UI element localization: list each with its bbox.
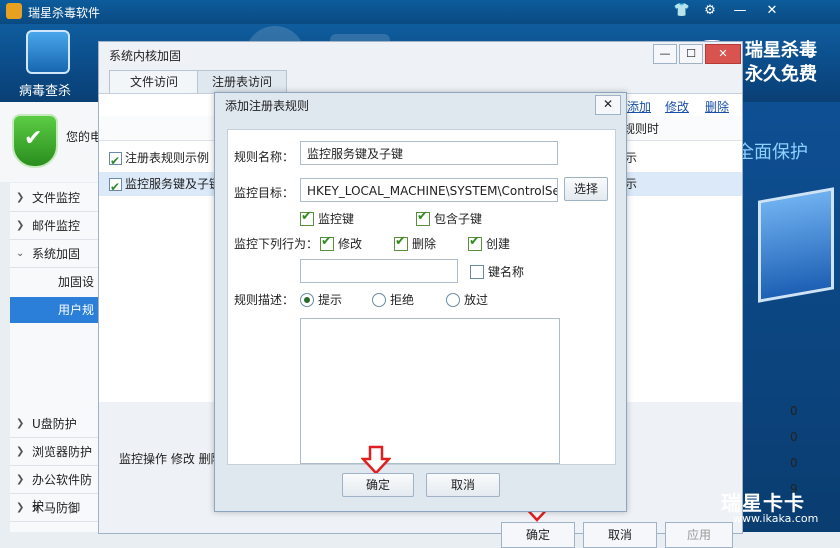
chevron-right-icon: ❯: [16, 220, 25, 231]
count-value: 0: [790, 456, 798, 470]
rule-form: 规则名称： 监控服务键及子键 监控目标： HKEY_LOCAL_MACHINE\…: [227, 129, 616, 465]
dialog-title: 添加注册表规则: [225, 99, 310, 113]
key-name-label: 键名称: [488, 265, 525, 279]
include-subkeys-label: 包含子键: [434, 212, 483, 226]
close-icon[interactable]: ✕: [705, 44, 741, 64]
close-icon[interactable]: ✕: [595, 95, 621, 115]
delete-checkbox[interactable]: ✔: [394, 234, 408, 251]
deny-radio[interactable]: [372, 292, 386, 307]
virus-scan-label: 病毒查杀: [18, 84, 71, 99]
monitor-ops-text: 监控操作 修改 删除: [119, 452, 223, 466]
modify-label: 修改: [338, 237, 363, 251]
allow-radio[interactable]: [446, 292, 460, 307]
shirt-icon[interactable]: 👕: [668, 0, 696, 22]
browse-button[interactable]: 选择: [564, 177, 608, 201]
behavior-label: 监控下列行为：: [234, 237, 319, 251]
create-checkbox[interactable]: ✔: [468, 234, 482, 251]
desc-label: 规则描述：: [234, 293, 295, 307]
rule-name: 注册表规则示例: [125, 151, 210, 165]
minimize-icon[interactable]: —: [653, 44, 677, 64]
rule-checkbox[interactable]: ✔: [109, 178, 122, 194]
sidebar-subitem-label: 加固设: [58, 275, 95, 289]
promo-text: 全面保护: [736, 142, 808, 163]
title-bar: 瑞星杀毒软件 👕 ⚙ — ✕: [0, 0, 840, 24]
chevron-right-icon: ❯: [16, 502, 25, 513]
add-registry-rule-dialog: 添加注册表规则 ✕ 规则名称： 监控服务键及子键 监控目标： HKEY_LOCA…: [214, 92, 627, 512]
sidebar-item-file-monitor[interactable]: ❯ 文件监控: [10, 185, 98, 212]
prompt-label: 提示: [318, 293, 343, 307]
sidebar-item-trojan-defense[interactable]: ❯ 木马防御: [10, 495, 98, 522]
sidebar-item-label: 邮件监控: [32, 219, 81, 233]
sidebar-item-system-harden[interactable]: ⌄ 系统加固: [10, 241, 98, 268]
target-field[interactable]: HKEY_LOCAL_MACHINE\SYSTEM\ControlSet001\…: [300, 178, 558, 202]
create-label: 创建: [486, 237, 511, 251]
monitor-icon: [26, 30, 70, 74]
key-name-checkbox[interactable]: [470, 264, 484, 279]
add-link[interactable]: 添加: [627, 98, 651, 115]
sidebar-item-label: 木马防御: [32, 501, 81, 515]
deny-label: 拒绝: [390, 293, 415, 307]
sidebar-subitem-user-rules[interactable]: 用户规: [10, 297, 98, 323]
ok-button[interactable]: 确定: [342, 473, 414, 497]
chevron-right-icon: ❯: [16, 418, 25, 429]
sidebar-item-label: 系统加固: [32, 247, 81, 261]
monitor-key-checkbox[interactable]: ✔: [300, 209, 314, 226]
maximize-icon[interactable]: ☐: [679, 44, 703, 64]
chevron-right-icon: ❯: [16, 474, 25, 485]
shield-icon: ✔: [12, 114, 58, 168]
chevron-right-icon: ❯: [16, 192, 25, 203]
sidebar-item-usb-protect[interactable]: ❯ U盘防护: [10, 411, 98, 438]
allow-label: 放过: [464, 293, 489, 307]
sidebar-item-label: 浏览器防护: [32, 445, 93, 459]
sidebar-item-mail-monitor[interactable]: ❯ 邮件监控: [10, 213, 98, 240]
rule-checkbox[interactable]: ✔: [109, 152, 122, 168]
watermark: 瑞星卡卡 www.ikaka.com: [705, 485, 840, 532]
delete-link[interactable]: 删除: [705, 98, 729, 115]
rule-name: 监控服务键及子键: [125, 177, 222, 191]
sidebar-item-office-protect[interactable]: ❯ 办公软件防护: [10, 467, 98, 513]
shield-screen-icon: [758, 187, 834, 303]
chevron-right-icon: ❯: [16, 446, 25, 457]
count-value: 0: [790, 430, 798, 444]
key-name-field[interactable]: [300, 259, 458, 283]
count-value: 0: [790, 404, 798, 418]
watermark-url: www.ikaka.com: [733, 512, 819, 525]
app-logo-icon: [6, 3, 22, 19]
description-textarea[interactable]: [300, 318, 560, 464]
target-label: 监控目标：: [234, 186, 295, 200]
cancel-button[interactable]: 取消: [583, 522, 657, 548]
app-title: 瑞星杀毒软件: [28, 6, 101, 20]
column-header: 规则时: [623, 122, 660, 136]
arrow-down-icon: [361, 445, 391, 475]
include-subkeys-checkbox[interactable]: ✔: [416, 209, 430, 226]
sidebar-subitem-settings[interactable]: 加固设: [10, 269, 98, 295]
rule-name-label: 规则名称：: [234, 150, 295, 164]
brand-slogan-2: 永久免费: [745, 64, 817, 85]
cancel-button[interactable]: 取消: [426, 473, 500, 497]
sidebar-item-label: 文件监控: [32, 191, 81, 205]
tab-registry-access[interactable]: 注册表访问: [197, 70, 287, 94]
tab-file-access[interactable]: 文件访问: [109, 70, 199, 94]
monitor-key-label: 监控键: [318, 212, 355, 226]
minimize-icon[interactable]: —: [726, 0, 754, 22]
virus-scan-tile[interactable]: 病毒查杀: [8, 26, 82, 100]
chevron-down-icon: ⌄: [16, 248, 25, 259]
close-icon[interactable]: ✕: [758, 0, 786, 22]
dialog-title: 系统内核加固: [109, 49, 182, 63]
edit-link[interactable]: 修改: [665, 98, 689, 115]
rule-name-field[interactable]: 监控服务键及子键: [300, 141, 558, 165]
status-text: 您的电: [66, 130, 103, 144]
prompt-radio[interactable]: [300, 292, 314, 307]
sidebar-item-browser-protect[interactable]: ❯ 浏览器防护: [10, 439, 98, 466]
ok-button[interactable]: 确定: [501, 522, 575, 548]
sidebar-subitem-label: 用户规: [58, 303, 95, 317]
modify-checkbox[interactable]: ✔: [320, 234, 334, 251]
brand-slogan-1: 瑞星杀毒: [745, 40, 817, 61]
gear-icon[interactable]: ⚙: [696, 0, 724, 22]
sidebar-item-label: U盘防护: [32, 417, 77, 431]
sidebar: ❯ 文件监控 ❯ 邮件监控 ⌄ 系统加固 加固设 用户规 ❯ U盘防护 ❯ 浏览…: [10, 183, 99, 532]
delete-label: 删除: [412, 237, 437, 251]
